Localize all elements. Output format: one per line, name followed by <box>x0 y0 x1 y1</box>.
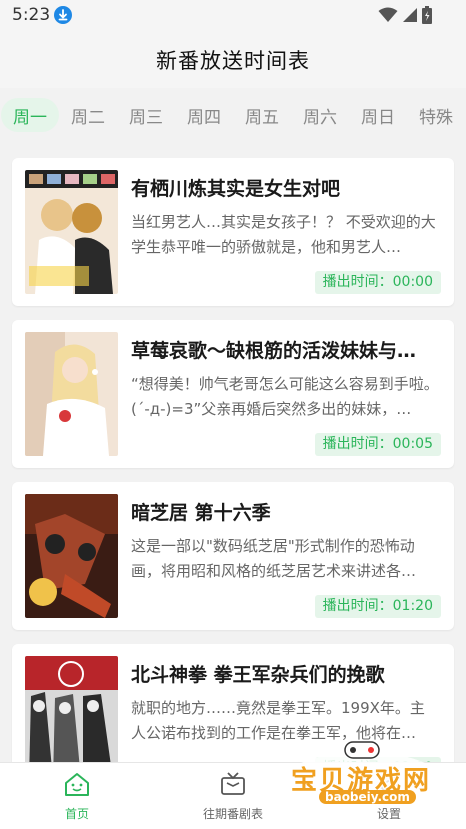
show-title: 北斗神拳 拳王军杂兵们的挽歌 <box>131 664 385 686</box>
nav-home-label: 首页 <box>64 806 89 821</box>
nav-past-schedule[interactable]: 往期番剧表 <box>173 763 293 829</box>
watermark-logo: 宝贝游戏网 baobeiy.com <box>283 740 443 810</box>
status-bar: 5:23 <box>0 0 466 32</box>
tv-icon <box>219 771 247 801</box>
air-time-badge: 播出时间：00:00 <box>314 271 441 294</box>
tab-saturday[interactable]: 周六 <box>291 98 349 132</box>
tab-special[interactable]: 特殊 <box>407 98 465 132</box>
tab-monday[interactable]: 周一 <box>1 98 59 132</box>
signal-icon <box>402 7 418 27</box>
air-time-badge: 播出时间：00:05 <box>314 433 441 456</box>
show-description: 就职的地方……竟然是拳王军。199X年。主人公诺布找到的工作是在拳王军，他将在… <box>131 699 425 742</box>
wifi-icon <box>378 7 398 27</box>
show-description: 当红男艺人…其实是女孩子！？ 不受欢迎的大学生恭平唯一的骄傲就是，他和男艺人… <box>131 213 436 256</box>
show-card[interactable]: 草莓哀歌～缺根筋的活泼妹妹与… “想得美！帅气老哥怎么可能这么容易到手啦。(´-… <box>12 320 454 468</box>
show-description: “想得美！帅气老哥怎么可能这么容易到手啦。(´-д-)=3”父亲再婚后突然多出的… <box>131 375 439 418</box>
show-description: 这是一部以"数码纸芝居"形式制作的恐怖动画，将用昭和风格的纸芝居艺术来讲述各… <box>131 537 417 580</box>
page-title: 新番放送时间表 <box>156 49 310 73</box>
tab-wednesday[interactable]: 周三 <box>117 98 175 132</box>
show-poster <box>25 494 118 618</box>
status-time: 5:23 <box>12 5 51 25</box>
tab-thursday[interactable]: 周四 <box>175 98 233 132</box>
watermark-url: baobeiy.com <box>319 790 416 804</box>
tab-friday[interactable]: 周五 <box>233 98 291 132</box>
show-poster <box>25 170 118 294</box>
show-card[interactable]: 有栖川炼其实是女生对吧 当红男艺人…其实是女孩子！？ 不受欢迎的大学生恭平唯一的… <box>12 158 454 306</box>
show-title: 草莓哀歌～缺根筋的活泼妹妹与… <box>131 340 417 362</box>
download-icon <box>54 6 72 24</box>
tab-sunday[interactable]: 周日 <box>349 98 407 132</box>
day-tabs: 周一 周二 周三 周四 周五 周六 周日 特殊 <box>0 94 466 136</box>
app-header: 新番放送时间表 <box>0 32 466 88</box>
show-card[interactable]: 暗芝居 第十六季 这是一部以"数码纸芝居"形式制作的恐怖动画，将用昭和风格的纸芝… <box>12 482 454 630</box>
nav-home[interactable]: 首页 <box>17 763 137 829</box>
nav-past-schedule-label: 往期番剧表 <box>202 806 263 821</box>
show-title: 暗芝居 第十六季 <box>131 502 271 524</box>
tab-tuesday[interactable]: 周二 <box>59 98 117 132</box>
battery-icon <box>422 6 432 28</box>
show-title: 有栖川炼其实是女生对吧 <box>131 178 341 200</box>
air-time-badge: 播出时间：01:20 <box>314 595 441 618</box>
home-icon <box>63 771 91 801</box>
show-poster <box>25 332 118 456</box>
